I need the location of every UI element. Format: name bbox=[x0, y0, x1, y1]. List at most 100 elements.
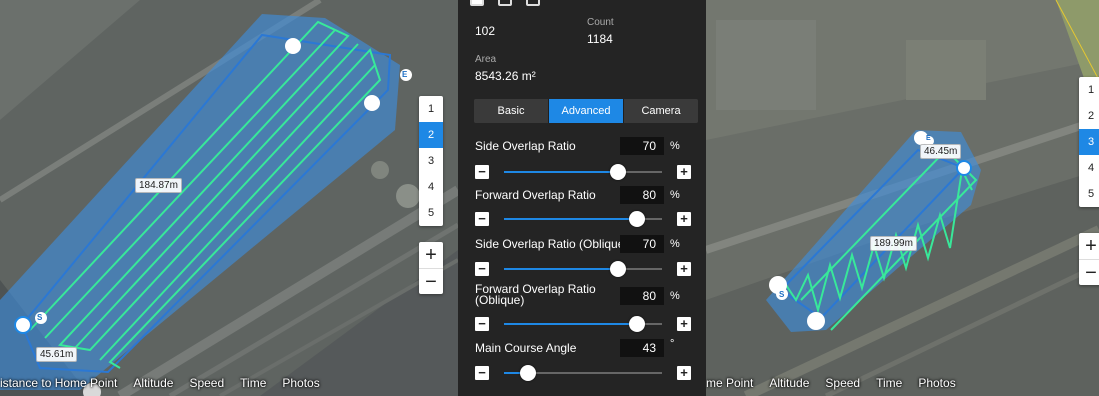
right-start-marker: S bbox=[779, 290, 785, 299]
mission-settings-panel: 102 Count 1184 Area 8543.26 m² Basic Adv… bbox=[458, 0, 706, 396]
slider-fill bbox=[504, 171, 618, 173]
left-page-5[interactable]: 5 bbox=[419, 200, 443, 226]
tab-camera[interactable]: Camera bbox=[623, 99, 698, 123]
course-angle-slider[interactable] bbox=[504, 365, 662, 381]
left-tab-photos[interactable]: Photos bbox=[282, 376, 319, 390]
side-overlap-slider[interactable] bbox=[504, 164, 662, 180]
right-distance-long: 189.99m bbox=[870, 236, 917, 251]
side-overlap-oblique-plus-button[interactable]: + bbox=[677, 262, 691, 276]
left-zoom-control: + − bbox=[419, 242, 443, 294]
right-map-imagery bbox=[706, 0, 1099, 396]
left-home-point bbox=[14, 316, 32, 334]
left-page-selector: 1 2 3 4 5 bbox=[419, 96, 443, 226]
slider-knob[interactable] bbox=[609, 164, 626, 180]
right-zoom-control: + − bbox=[1079, 233, 1099, 285]
right-page-5[interactable]: 5 bbox=[1079, 181, 1099, 207]
area-value: 8543.26 m² bbox=[475, 69, 536, 83]
left-tab-altitude[interactable]: Altitude bbox=[133, 376, 173, 390]
camera-icon[interactable] bbox=[470, 0, 484, 6]
slider-knob[interactable] bbox=[628, 316, 645, 332]
right-page-1[interactable]: 1 bbox=[1079, 77, 1099, 103]
right-page-4[interactable]: 4 bbox=[1079, 155, 1099, 181]
side-overlap-minus-button[interactable]: − bbox=[475, 165, 489, 179]
setting-label-side-overlap-oblique: Side Overlap Ratio (Oblique) bbox=[475, 237, 629, 251]
area-label: Area bbox=[475, 54, 497, 65]
left-zoom-in-button[interactable]: + bbox=[419, 242, 443, 268]
left-distance-long: 184.87m bbox=[135, 178, 182, 193]
side-overlap-oblique-minus-button[interactable]: − bbox=[475, 262, 489, 276]
setting-label-side-overlap: Side Overlap Ratio bbox=[475, 139, 576, 153]
left-tab-time[interactable]: Time bbox=[240, 376, 266, 390]
tab-basic[interactable]: Basic bbox=[474, 99, 548, 123]
side-overlap-oblique-input[interactable]: 70 bbox=[620, 235, 664, 253]
left-page-3[interactable]: 3 bbox=[419, 148, 443, 174]
right-tab-speed[interactable]: Speed bbox=[825, 376, 860, 390]
slider-fill bbox=[504, 268, 618, 270]
course-angle-unit: ° bbox=[670, 338, 675, 350]
slider-fill bbox=[504, 323, 637, 325]
forward-overlap-minus-button[interactable]: − bbox=[475, 212, 489, 226]
right-zoom-in-button[interactable]: + bbox=[1079, 233, 1099, 259]
stat-value-1: 102 bbox=[475, 24, 496, 38]
left-map-view[interactable]: S E 184.87m 45.61m 1 2 3 4 5 + − istance… bbox=[0, 0, 458, 396]
forward-overlap-oblique-slider[interactable] bbox=[504, 316, 662, 332]
panel-tabs: Basic Advanced Camera bbox=[474, 99, 698, 123]
left-waypoint-top bbox=[285, 38, 301, 54]
image-icon[interactable] bbox=[498, 0, 512, 6]
setting-label-course-angle: Main Course Angle bbox=[475, 341, 577, 355]
slider-knob[interactable] bbox=[628, 211, 645, 227]
forward-overlap-unit: % bbox=[670, 189, 680, 201]
slider-knob[interactable] bbox=[519, 365, 536, 381]
count-value: 1184 bbox=[587, 32, 613, 46]
course-angle-minus-button[interactable]: − bbox=[475, 366, 489, 380]
course-angle-plus-button[interactable]: + bbox=[677, 366, 691, 380]
forward-overlap-input[interactable]: 80 bbox=[620, 186, 664, 204]
left-page-4[interactable]: 4 bbox=[419, 174, 443, 200]
setting-label-forward-overlap: Forward Overlap Ratio bbox=[475, 188, 596, 202]
count-label: Count bbox=[587, 17, 614, 28]
layers-icon[interactable] bbox=[526, 0, 540, 6]
left-waypoint-right bbox=[364, 95, 380, 111]
right-zoom-out-button[interactable]: − bbox=[1079, 259, 1099, 285]
left-distance-short: 45.61m bbox=[36, 347, 78, 362]
tab-advanced[interactable]: Advanced bbox=[548, 99, 623, 123]
forward-overlap-oblique-input[interactable]: 80 bbox=[620, 287, 664, 305]
forward-overlap-plus-button[interactable]: + bbox=[677, 212, 691, 226]
slider-knob[interactable] bbox=[609, 261, 626, 277]
right-tab-altitude[interactable]: Altitude bbox=[769, 376, 809, 390]
right-end-marker: E bbox=[926, 135, 931, 142]
left-page-2[interactable]: 2 bbox=[419, 122, 443, 148]
course-angle-input[interactable]: 43 bbox=[620, 339, 664, 357]
setting-label-forward-overlap-oblique: Forward Overlap Ratio (Oblique) bbox=[475, 282, 596, 307]
right-page-3[interactable]: 3 bbox=[1079, 129, 1099, 155]
forward-overlap-slider[interactable] bbox=[504, 211, 662, 227]
app-root: S E 184.87m 45.61m 1 2 3 4 5 + − istance… bbox=[0, 0, 1099, 396]
left-page-1[interactable]: 1 bbox=[419, 96, 443, 122]
right-waypoint-bottom bbox=[807, 312, 825, 330]
right-home-point bbox=[956, 160, 972, 176]
left-tab-speed[interactable]: Speed bbox=[189, 376, 224, 390]
forward-overlap-oblique-plus-button[interactable]: + bbox=[677, 317, 691, 331]
forward-overlap-oblique-minus-button[interactable]: − bbox=[475, 317, 489, 331]
left-end-marker: E bbox=[402, 70, 408, 79]
left-map-imagery bbox=[0, 0, 458, 396]
left-start-marker: S bbox=[37, 313, 43, 322]
side-overlap-input[interactable]: 70 bbox=[620, 137, 664, 155]
left-tab-distance-home[interactable]: istance to Home Point bbox=[0, 376, 117, 390]
side-overlap-oblique-slider[interactable] bbox=[504, 261, 662, 277]
right-tab-time[interactable]: Time bbox=[876, 376, 902, 390]
panel-top-icons bbox=[470, 0, 540, 6]
right-page-2[interactable]: 2 bbox=[1079, 103, 1099, 129]
left-zoom-out-button[interactable]: − bbox=[419, 268, 443, 294]
right-tab-distance-home[interactable]: me Point bbox=[706, 376, 753, 390]
slider-fill bbox=[504, 218, 637, 220]
side-overlap-oblique-unit: % bbox=[670, 238, 680, 250]
left-bottom-bar: istance to Home Point Altitude Speed Tim… bbox=[0, 376, 320, 390]
forward-overlap-oblique-unit: % bbox=[670, 290, 680, 302]
right-bottom-bar: me Point Altitude Speed Time Photos bbox=[706, 376, 956, 390]
side-overlap-plus-button[interactable]: + bbox=[677, 165, 691, 179]
right-distance-short: 46.45m bbox=[920, 144, 962, 159]
right-map-view[interactable]: S E 46.45m 189.99m 1 2 3 4 5 + − me Poin… bbox=[706, 0, 1099, 396]
right-page-selector: 1 2 3 4 5 bbox=[1079, 77, 1099, 207]
right-tab-photos[interactable]: Photos bbox=[918, 376, 955, 390]
